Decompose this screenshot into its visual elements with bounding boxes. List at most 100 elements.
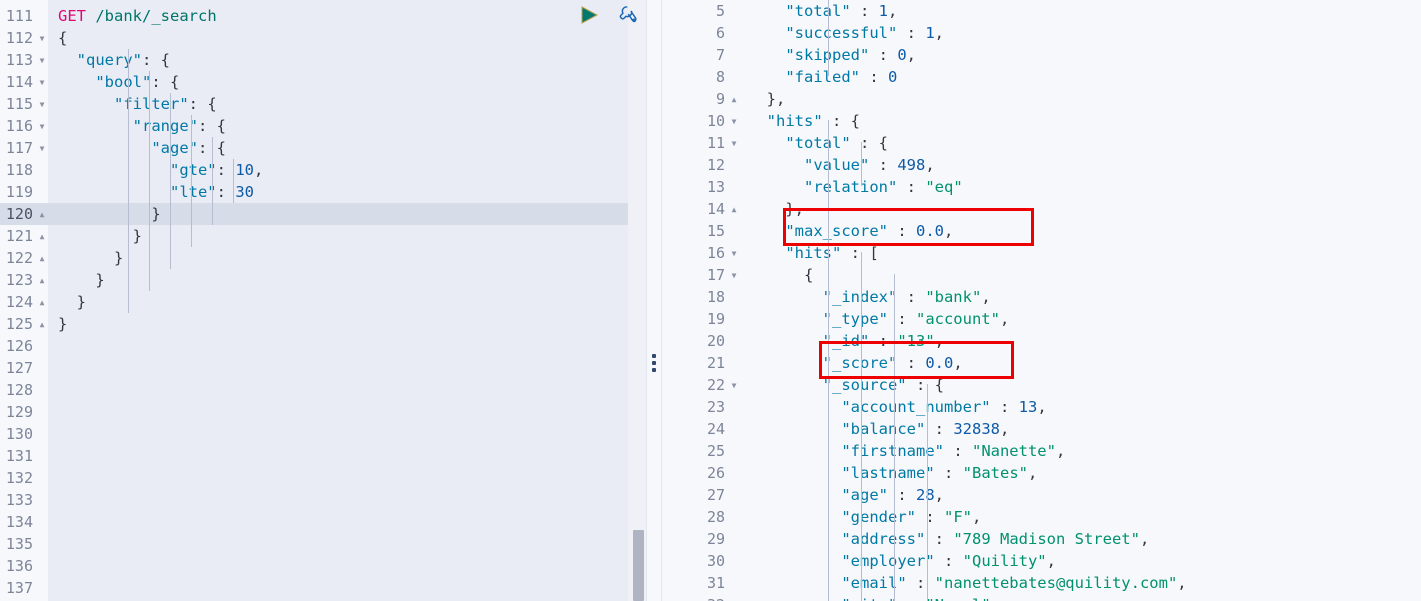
code-line-113[interactable]: "query": {	[48, 49, 628, 71]
code-line-116[interactable]: "range": {	[48, 115, 628, 137]
fold-close-icon[interactable]: ▲	[36, 270, 48, 292]
code-line-23[interactable]: "account_number" : 13,	[740, 396, 1421, 418]
fold-open-icon[interactable]: ▼	[36, 28, 48, 50]
line-number-135[interactable]: 135	[0, 533, 48, 555]
code-line-127[interactable]	[48, 357, 628, 379]
line-number-26[interactable]: 26	[660, 462, 740, 484]
line-number-6[interactable]: 6	[660, 22, 740, 44]
code-line-26[interactable]: "lastname" : "Bates",	[740, 462, 1421, 484]
code-line-121[interactable]: }	[48, 225, 628, 247]
line-number-112[interactable]: 112 ▼	[0, 27, 48, 49]
code-line-22[interactable]: "_source" : {	[740, 374, 1421, 396]
line-number-13[interactable]: 13	[660, 176, 740, 198]
code-line-111[interactable]: GET /bank/_search	[48, 5, 628, 27]
line-number-32[interactable]: 32	[660, 594, 740, 601]
fold-open-icon[interactable]: ▼	[36, 138, 48, 160]
code-line-114[interactable]: "bool": {	[48, 71, 628, 93]
fold-open-icon[interactable]: ▼	[36, 94, 48, 116]
code-line-135[interactable]	[48, 533, 628, 555]
response-output-pane[interactable]: 5 6 7 8 9 ▲ 10 ▼ 11 ▼ 12 13 14 ▲ 15 16 ▼ 17 ▼ 18 19 20 21 22 ▼ 23…	[660, 0, 1421, 601]
line-number-111[interactable]: 111	[0, 5, 48, 27]
code-line-18[interactable]: "_index" : "bank",	[740, 286, 1421, 308]
line-number-124[interactable]: 124 ▲	[0, 291, 48, 313]
line-number-21[interactable]: 21	[660, 352, 740, 374]
line-number-120[interactable]: 120 ▲	[0, 203, 48, 225]
line-number-27[interactable]: 27	[660, 484, 740, 506]
line-number-128[interactable]: 128	[0, 379, 48, 401]
line-number-119[interactable]: 119	[0, 181, 48, 203]
pane-splitter[interactable]	[646, 0, 662, 601]
line-number-12[interactable]: 12	[660, 154, 740, 176]
code-line-137[interactable]	[48, 577, 628, 599]
fold-open-icon[interactable]: ▼	[36, 116, 48, 138]
fold-close-icon[interactable]: ▲	[36, 292, 48, 314]
code-line-132[interactable]	[48, 467, 628, 489]
line-number-118[interactable]: 118	[0, 159, 48, 181]
code-line-136[interactable]	[48, 555, 628, 577]
line-number-5[interactable]: 5	[660, 0, 740, 22]
code-line-30[interactable]: "employer" : "Quility",	[740, 550, 1421, 572]
code-line-124[interactable]: }	[48, 291, 628, 313]
fold-close-icon[interactable]: ▲	[36, 248, 48, 270]
code-line-24[interactable]: "balance" : 32838,	[740, 418, 1421, 440]
request-editor-code[interactable]: GET /bank/_search{ "query": { "bool": { …	[48, 0, 628, 601]
code-line-8[interactable]: "failed" : 0	[740, 66, 1421, 88]
response-output-gutter[interactable]: 5 6 7 8 9 ▲ 10 ▼ 11 ▼ 12 13 14 ▲ 15 16 ▼ 17 ▼ 18 19 20 21 22 ▼ 23…	[660, 0, 740, 601]
code-line-129[interactable]	[48, 401, 628, 423]
line-number-14[interactable]: 14 ▲	[660, 198, 740, 220]
fold-open-icon[interactable]: ▼	[728, 243, 740, 265]
request-editor-gutter[interactable]: 111 112 ▼ 113 ▼ 114 ▼ 115 ▼ 116 ▼ 117 ▼ 118 119 120 ▲ 121…	[0, 0, 48, 601]
fold-close-icon[interactable]: ▲	[36, 226, 48, 248]
code-line-122[interactable]: }	[48, 247, 628, 269]
code-line-125[interactable]: }	[48, 313, 628, 335]
line-number-11[interactable]: 11 ▼	[660, 132, 740, 154]
wrench-button[interactable]	[616, 3, 642, 29]
code-line-117[interactable]: "age": {	[48, 137, 628, 159]
line-number-30[interactable]: 30	[660, 550, 740, 572]
request-editor-scrollbar-thumb[interactable]	[633, 530, 644, 601]
line-number-127[interactable]: 127	[0, 357, 48, 379]
code-line-11[interactable]: "total" : {	[740, 132, 1421, 154]
line-number-136[interactable]: 136	[0, 555, 48, 577]
line-number-24[interactable]: 24	[660, 418, 740, 440]
line-number-10[interactable]: 10 ▼	[660, 110, 740, 132]
line-number-133[interactable]: 133	[0, 489, 48, 511]
code-line-29[interactable]: "address" : "789 Madison Street",	[740, 528, 1421, 550]
line-number-31[interactable]: 31	[660, 572, 740, 594]
code-line-27[interactable]: "age" : 28,	[740, 484, 1421, 506]
line-number-116[interactable]: 116 ▼	[0, 115, 48, 137]
code-line-134[interactable]	[48, 511, 628, 533]
code-line-133[interactable]	[48, 489, 628, 511]
code-line-28[interactable]: "gender" : "F",	[740, 506, 1421, 528]
code-line-115[interactable]: "filter": {	[48, 93, 628, 115]
fold-close-icon[interactable]: ▲	[36, 204, 48, 226]
code-line-118[interactable]: "gte": 10,	[48, 159, 628, 181]
line-number-137[interactable]: 137	[0, 577, 48, 599]
line-number-18[interactable]: 18	[660, 286, 740, 308]
code-line-112[interactable]: {	[48, 27, 628, 49]
response-output-code[interactable]: "total" : 1, "successful" : 1, "skipped"…	[740, 0, 1421, 601]
line-number-8[interactable]: 8	[660, 66, 740, 88]
line-number-19[interactable]: 19	[660, 308, 740, 330]
code-line-20[interactable]: "_id" : "13",	[740, 330, 1421, 352]
line-number-113[interactable]: 113 ▼	[0, 49, 48, 71]
code-line-16[interactable]: "hits" : [	[740, 242, 1421, 264]
line-number-16[interactable]: 16 ▼	[660, 242, 740, 264]
line-number-121[interactable]: 121 ▲	[0, 225, 48, 247]
code-line-14[interactable]: },	[740, 198, 1421, 220]
fold-close-icon[interactable]: ▲	[728, 199, 740, 221]
code-line-130[interactable]	[48, 423, 628, 445]
code-line-120[interactable]: }	[48, 203, 628, 225]
line-number-22[interactable]: 22 ▼	[660, 374, 740, 396]
fold-open-icon[interactable]: ▼	[728, 375, 740, 397]
line-number-115[interactable]: 115 ▼	[0, 93, 48, 115]
code-line-5[interactable]: "total" : 1,	[740, 0, 1421, 22]
code-line-126[interactable]	[48, 335, 628, 357]
code-line-19[interactable]: "_type" : "account",	[740, 308, 1421, 330]
code-line-131[interactable]	[48, 445, 628, 467]
line-number-117[interactable]: 117 ▼	[0, 137, 48, 159]
fold-close-icon[interactable]: ▲	[36, 314, 48, 336]
line-number-123[interactable]: 123 ▲	[0, 269, 48, 291]
request-editor-pane[interactable]: 111 112 ▼ 113 ▼ 114 ▼ 115 ▼ 116 ▼ 117 ▼ 118 119 120 ▲ 121…	[0, 0, 660, 601]
fold-open-icon[interactable]: ▼	[728, 265, 740, 287]
